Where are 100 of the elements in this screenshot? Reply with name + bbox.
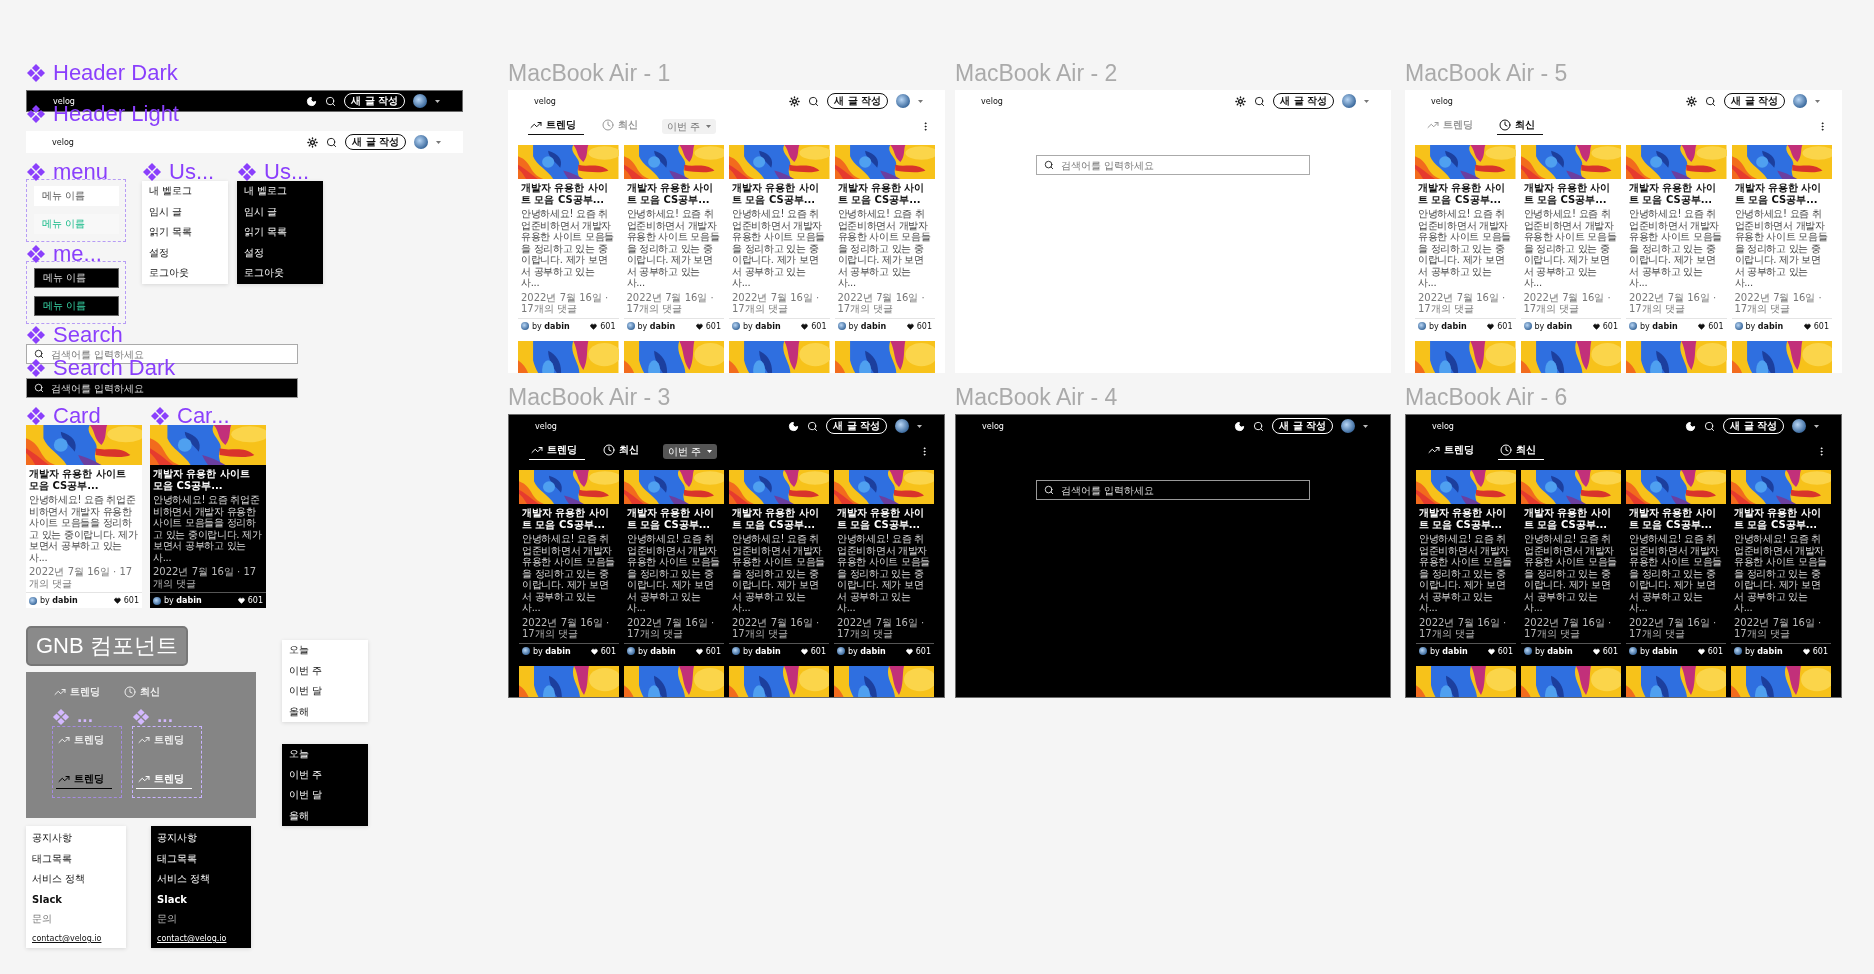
sun-icon[interactable] [1235,95,1247,107]
post-card[interactable]: 개발자 유용한 사이트 모음 CS공부... 안녕하세요! 요즘 취업준비하면서 개발자 유용한 사이트 모음들을 정리하고 있는 중이랍니다. 제가 보면서 공부하고 있는 사... 2022년 7월 16일 · 17개의 댓글 by dabin 601 [834,470,934,659]
post-excerpt: 안녕하세요! 요즘 취업준비하면서 개발자 유용한 사이트 모음들을 정리하고 있는 중이랍니다. 제가 보면서 공부하고 있는 사... [837,208,932,289]
post-card[interactable]: 개발자 유용한 사이트 모음 CS공부... 안녕하세요! 요즘 취업준비하면서 개발자 유용한 사이트 모음들을 정리하고 있는 중이랍니다. 제가 보면서 공부하고 있는 사... 2022년 7월 16일 · 17개의 댓글 by dabin 601 [1731,145,1832,334]
menu-item[interactable]: Slack [157,889,245,910]
period-dropdown[interactable]: 이번 주 [663,444,718,459]
post-card[interactable]: 개발자 유용한 사이트 모음 CS공부... 안녕하세요! 요즘 취업준비하면서 개발자 유용한 사이트 모음들을 정리하고 있는 중이랍니다. 제가 보면서 공부하고 있는 사... 2022년 7월 16일 · 17개의 댓글 by dabin 601 [518,145,619,334]
menu-item[interactable]: 이번 주 [289,764,361,785]
menu-item[interactable]: 읽기 목록 [149,222,221,243]
avatar[interactable] [895,419,909,433]
post-card[interactable]: 개발자 유용한 사이트 모음 CS공부... 안녕하세요! 요즘 취업준비하면서 개발자 유용한 사이트 모음들을 정리하고 있는 중이랍니다. 제가 보면서 공부하고 있는 사... 2022년 7월 16일 · 17개의 댓글 by dabin 601 [1416,470,1516,659]
search-field[interactable]: 검색어를 입력하세요 [1036,155,1310,175]
post-card[interactable]: 개발자 유용한 사이트 모음 CS공부... 안녕하세요! 요즘 취업준비하면서 개발자 유용한 사이트 모음들을 정리하고 있는 중이랍니다. 제가 보면서 공부하고 있는 사... 2022년 7월 16일 · 17개의 댓글 by dabin 601 [1626,145,1727,334]
search-field[interactable]: 검색어를 입력하세요 [26,378,298,398]
menu-item[interactable]: 이번 달 [289,785,361,806]
post-card[interactable]: 개발자 유용한 사이트 모음 CS공부... 안녕하세요! 요즘 취업준비하면서 개발자 유용한 사이트 모음들을 정리하고 있는 중이랍니다. 제가 보면서 공부하고 있는 사... 2022년 7월 16일 · 17개의 댓글 by dabin 601 [623,145,724,334]
post-card[interactable]: 개발자 유용한 사이트 모음 CS공부... 안녕하세요! 요즘 취업준비하면서 개발자 유용한 사이트 모음들을 정리하고 있는 중이랍니다. 제가 보면서 공부하고 있는 사... 2022년 7월 16일 · 17개의 댓글 by dabin 601 [1731,470,1831,659]
sun-icon[interactable] [789,95,801,107]
menu-item[interactable]: 공지사항 [157,828,245,849]
post-card[interactable]: 개발자 유용한 사이트 모음 CS공부... 안녕하세요! 요즘 취업준비하면서 개발자 유용한 사이트 모음들을 정리하고 있는 중이랍니다. 제가 보면서 공부하고 있는 사... 2022년 7월 16일 · 17개의 댓글 by dabin 601 [1415,145,1516,334]
sun-icon[interactable] [307,136,319,148]
avatar[interactable] [413,94,427,108]
menu-item[interactable]: 서비스 정책 [32,869,120,890]
search-icon[interactable] [325,95,337,107]
post-date: 2022년 7월 16일 · 17개의 댓글 [521,291,610,315]
menu-item[interactable]: 로그아웃 [149,263,221,284]
logo[interactable]: velog [535,421,781,431]
moon-icon[interactable] [1234,420,1246,432]
search-icon[interactable] [1705,95,1717,107]
logo[interactable]: velog [1431,96,1679,106]
moon-icon[interactable] [1685,420,1697,432]
search-icon[interactable] [807,420,819,432]
like-count: 601 [1497,321,1513,331]
moon-icon[interactable] [788,420,800,432]
post-card[interactable]: 개발자 유용한 사이트 모음 CS공부... 안녕하세요! 요즘 취업준비하면서 개발자 유용한 사이트 모음들을 정리하고 있는 중이랍니다. 제가 보면서 공부하고 있는 사... 2022년 7월 16일 · 17개의 댓글 by dabin 601 [519,470,619,659]
post-card[interactable]: 개발자 유용한 사이트 모음 CS공부... 안녕하세요! 요즘 취업준비하면서 개발자 유용한 사이트 모음들을 정리하고 있는 중이랍니다. 제가 보면서 공부하고 있는 사... 2022년 7월 16일 · 17개의 댓글 by dabin 601 [729,470,829,659]
menu-item[interactable]: 이번 주 [289,660,361,681]
search-icon[interactable] [1253,420,1265,432]
caret-icon [435,99,440,103]
post-card[interactable]: 개발자 유용한 사이트 모음 CS공부... 안녕하세요! 요즘 취업준비하면서 개발자 유용한 사이트 모음들을 정리하고 있는 중이랍니다. 제가 보면서 공부하고 있는 사... 2022년 7월 16일 · 17개의 댓글 by dabin 601 [1521,470,1621,659]
period-dropdown[interactable]: 이번 주 [662,119,717,134]
menu-item[interactable]: 로그아웃 [244,263,316,284]
post-card[interactable]: 개발자 유용한 사이트 모음 CS공부... 안녕하세요! 요즘 취업준비하면서 개발자 유용한 사이트 모음들을 정리하고 있는 중이랍니다. 제가 보면서 공부하고 있는 사... 2022년 7월 16일 · 17개의 댓글 by dabin 601 [150,425,266,608]
menu-item[interactable]: 오늘 [289,640,361,661]
menu-item[interactable]: Slack [32,889,120,910]
logo[interactable]: velog [52,137,300,147]
tab[interactable]: 트렌딩 [528,118,584,135]
menu-item[interactable]: 메뉴 이름 [34,268,119,288]
tab[interactable]: 최신 [1497,118,1543,135]
logo[interactable]: velog [534,96,782,106]
clock-icon [1500,444,1512,456]
search-icon[interactable] [326,136,338,148]
menu-item[interactable]: 설정 [244,242,316,263]
logo[interactable]: velog [982,421,1227,431]
tab[interactable]: 트렌딩 [136,772,192,789]
menu-item[interactable]: 오늘 [289,744,361,765]
post-card[interactable]: 개발자 유용한 사이트 모음 CS공부... 안녕하세요! 요즘 취업준비하면서 개발자 유용한 사이트 모음들을 정리하고 있는 중이랍니다. 제가 보면서 공부하고 있는 사... 2022년 7월 16일 · 17개의 댓글 by dabin 601 [834,145,935,334]
component-icon [237,162,257,182]
avatar[interactable] [1341,419,1355,433]
post-card[interactable]: 개발자 유용한 사이트 모음 CS공부... 안녕하세요! 요즘 취업준비하면서 개발자 유용한 사이트 모음들을 정리하고 있는 중이랍니다. 제가 보면서 공부하고 있는 사... 2022년 7월 16일 · 17개의 댓글 by dabin 601 [1626,470,1726,659]
search-icon[interactable] [808,95,820,107]
contact-link[interactable]: contact@velog.io [157,934,227,943]
logo[interactable]: velog [53,96,299,106]
avatar[interactable] [414,135,428,149]
menu-item[interactable]: 설정 [149,242,221,263]
menu-item[interactable]: 임시 글 [149,201,221,222]
search-field[interactable]: 검색어를 입력하세요 [1036,480,1310,500]
menu-item[interactable]: 메뉴 이름 [34,296,119,316]
menu-item[interactable]: 이번 달 [289,681,361,702]
search-icon[interactable] [1254,95,1266,107]
menu-item[interactable]: 읽기 목록 [244,222,316,243]
post-card[interactable]: 개발자 유용한 사이트 모음 CS공부... 안녕하세요! 요즘 취업준비하면서 개발자 유용한 사이트 모음들을 정리하고 있는 중이랍니다. 제가 보면서 공부하고 있는 사... 2022년 7월 16일 · 17개의 댓글 by dabin 601 [1520,145,1621,334]
menu-item[interactable]: 내 벨로그 [244,181,316,202]
tab[interactable]: 트렌딩 [529,443,585,460]
moon-icon[interactable] [306,95,318,107]
avatar[interactable] [1793,94,1807,108]
tab[interactable]: 최신 [1498,443,1544,460]
post-card[interactable]: 개발자 유용한 사이트 모음 CS공부... 안녕하세요! 요즘 취업준비하면서 개발자 유용한 사이트 모음들을 정리하고 있는 중이랍니다. 제가 보면서 공부하고 있는 사... 2022년 7월 16일 · 17개의 댓글 by dabin 601 [624,470,724,659]
menu-item[interactable]: 올해 [289,701,361,722]
menu-item[interactable]: 서비스 정책 [157,869,245,890]
tab[interactable]: 트렌딩 [56,772,112,789]
post-card[interactable]: 개발자 유용한 사이트 모음 CS공부... 안녕하세요! 요즘 취업준비하면서 개발자 유용한 사이트 모음들을 정리하고 있는 중이랍니다. 제가 보면서 공부하고 있는 사... 2022년 7월 16일 · 17개의 댓글 by dabin 601 [26,425,142,608]
contact-link[interactable]: contact@velog.io [32,934,102,943]
avatar[interactable] [1792,419,1806,433]
menu-item[interactable]: 임시 글 [244,201,316,222]
tab[interactable]: 최신 [601,443,647,460]
post-title: 개발자 유용한 사이트 모음 CS공부... [1629,507,1717,531]
menu-item[interactable]: 올해 [289,805,361,826]
logo[interactable]: velog [1432,421,1678,431]
logo[interactable]: velog [981,96,1228,106]
menu-item[interactable]: 메뉴 이름 [34,186,119,206]
menu-item[interactable]: 태그목록 [157,848,245,869]
tab[interactable]: 트렌딩 [1426,443,1482,460]
menu-item[interactable]: 공지사항 [32,828,120,849]
menu-item[interactable]: 내 벨로그 [149,181,221,202]
like-count: 601 [1707,646,1723,656]
post-card[interactable]: 개발자 유용한 사이트 모음 CS공부... 안녕하세요! 요즘 취업준비하면서 개발자 유용한 사이트 모음들을 정리하고 있는 중이랍니다. 제가 보면서 공부하고 있는 사... 2022년 7월 16일 · 17개의 댓글 by dabin 601 [729,145,830,334]
menu-item[interactable]: 태그목록 [32,848,120,869]
sun-icon[interactable] [1686,95,1698,107]
search-icon[interactable] [1704,420,1716,432]
